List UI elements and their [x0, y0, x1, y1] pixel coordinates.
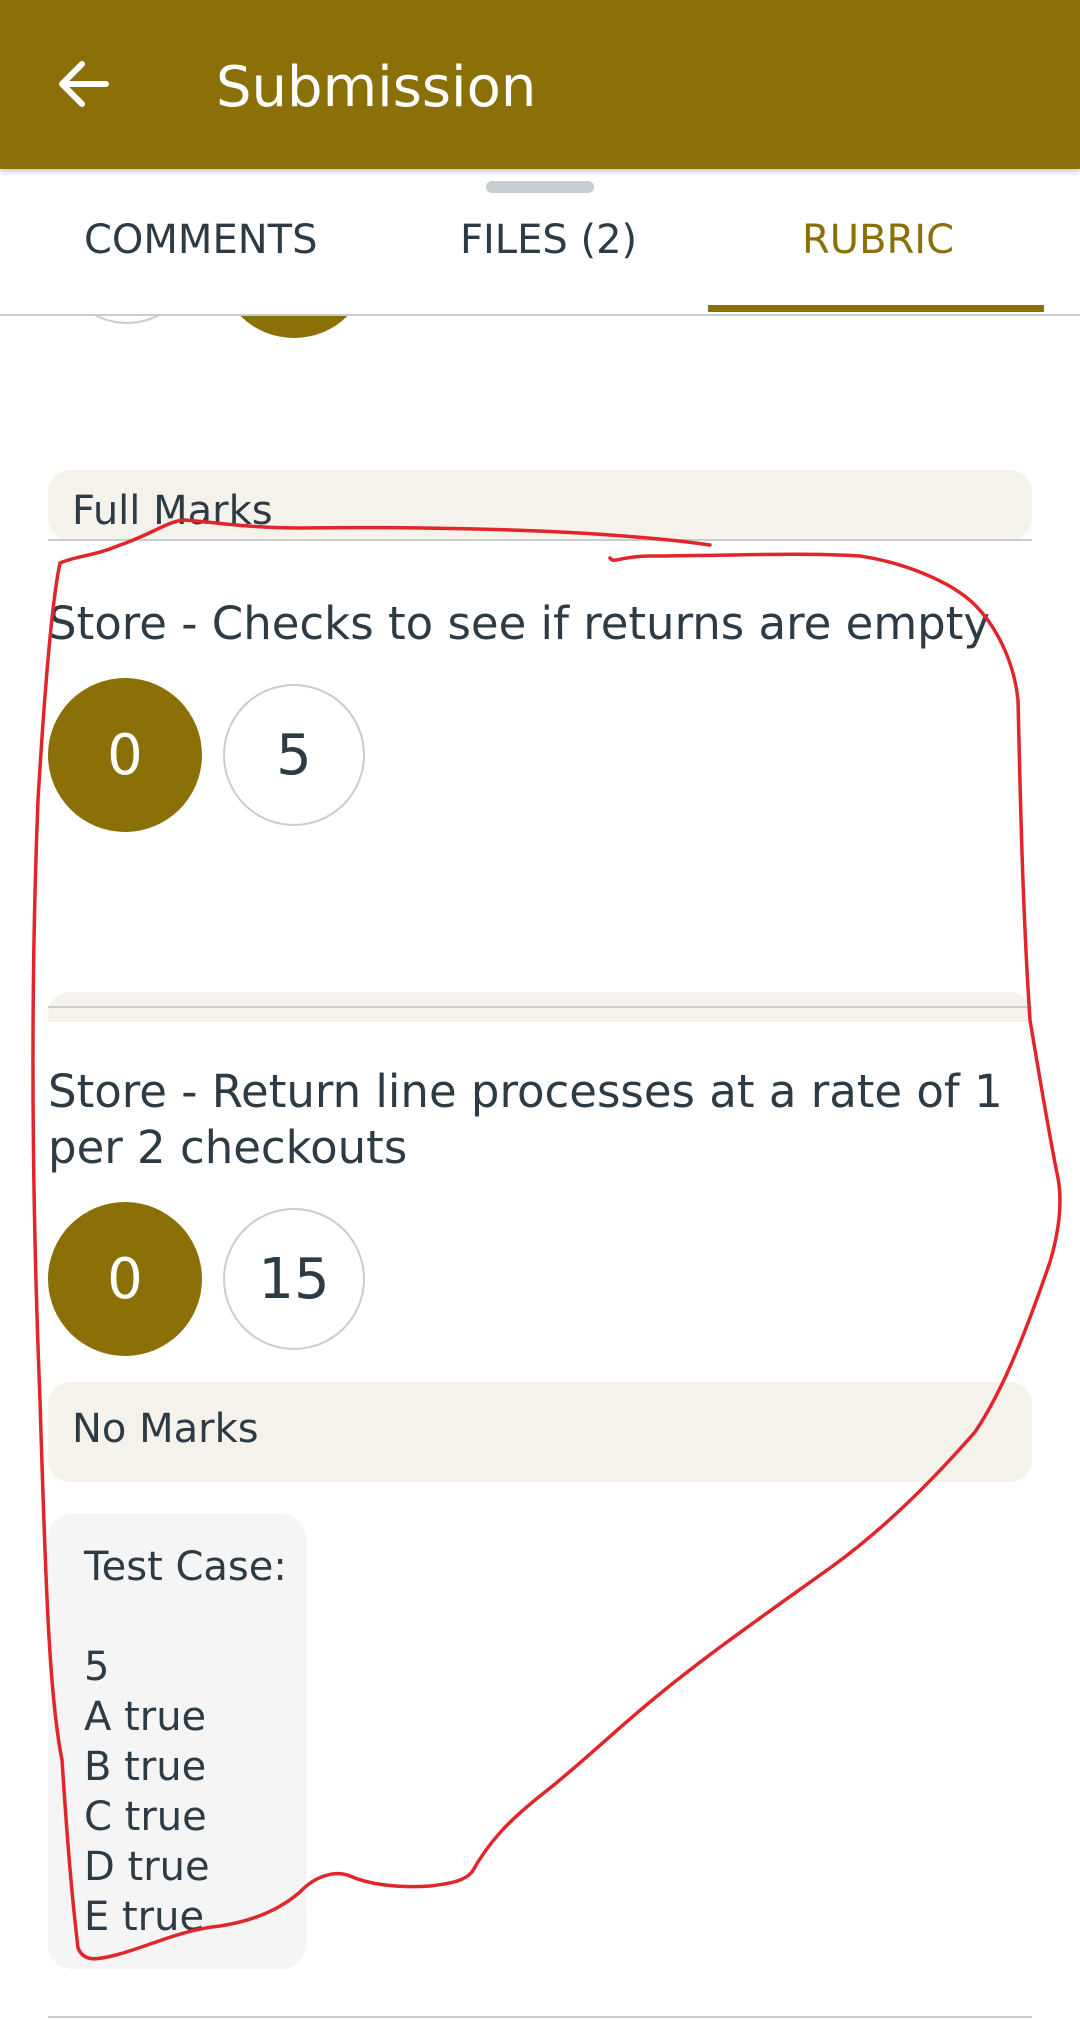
tab-files[interactable]: FILES (2) [460, 217, 637, 263]
rubric-content[interactable]: Full Marks Store - Checks to see if retu… [0, 316, 1080, 2020]
back-button[interactable] [52, 52, 116, 116]
divider [48, 539, 1032, 541]
tab-selected-indicator [708, 305, 1044, 312]
tab-comments[interactable]: COMMENTS [84, 217, 317, 263]
rubric-comment: Test Case: 5 A true B true C true D true… [48, 1514, 306, 1969]
app-bar: Submission [0, 0, 1080, 169]
rating-option[interactable]: 5 [223, 684, 365, 826]
rating-option-selected[interactable]: 0 [48, 678, 202, 832]
rating-selected-previous[interactable] [218, 316, 370, 338]
rating-label: No Marks [72, 1406, 259, 1452]
rating-description-box: No Marks [48, 1382, 1032, 1482]
rating-label: Full Marks [72, 488, 273, 534]
divider [48, 1006, 1032, 1008]
page-title: Submission [216, 55, 537, 120]
rating-option-selected[interactable]: 0 [48, 1202, 202, 1356]
arrow-left-icon [59, 61, 109, 107]
criterion-title: Store - Checks to see if returns are emp… [48, 597, 990, 650]
criterion-title: Store - Return line processes at a rate … [48, 1065, 1003, 1174]
rating-option-previous[interactable] [58, 316, 196, 324]
tab-rubric[interactable]: RUBRIC [802, 217, 954, 263]
divider [48, 2016, 1032, 2018]
rating-description-box: Full Marks [48, 470, 1032, 540]
rating-option[interactable]: 15 [223, 1208, 365, 1350]
tab-bar: COMMENTS FILES (2) RUBRIC [0, 169, 1080, 316]
drag-handle[interactable] [486, 181, 594, 193]
